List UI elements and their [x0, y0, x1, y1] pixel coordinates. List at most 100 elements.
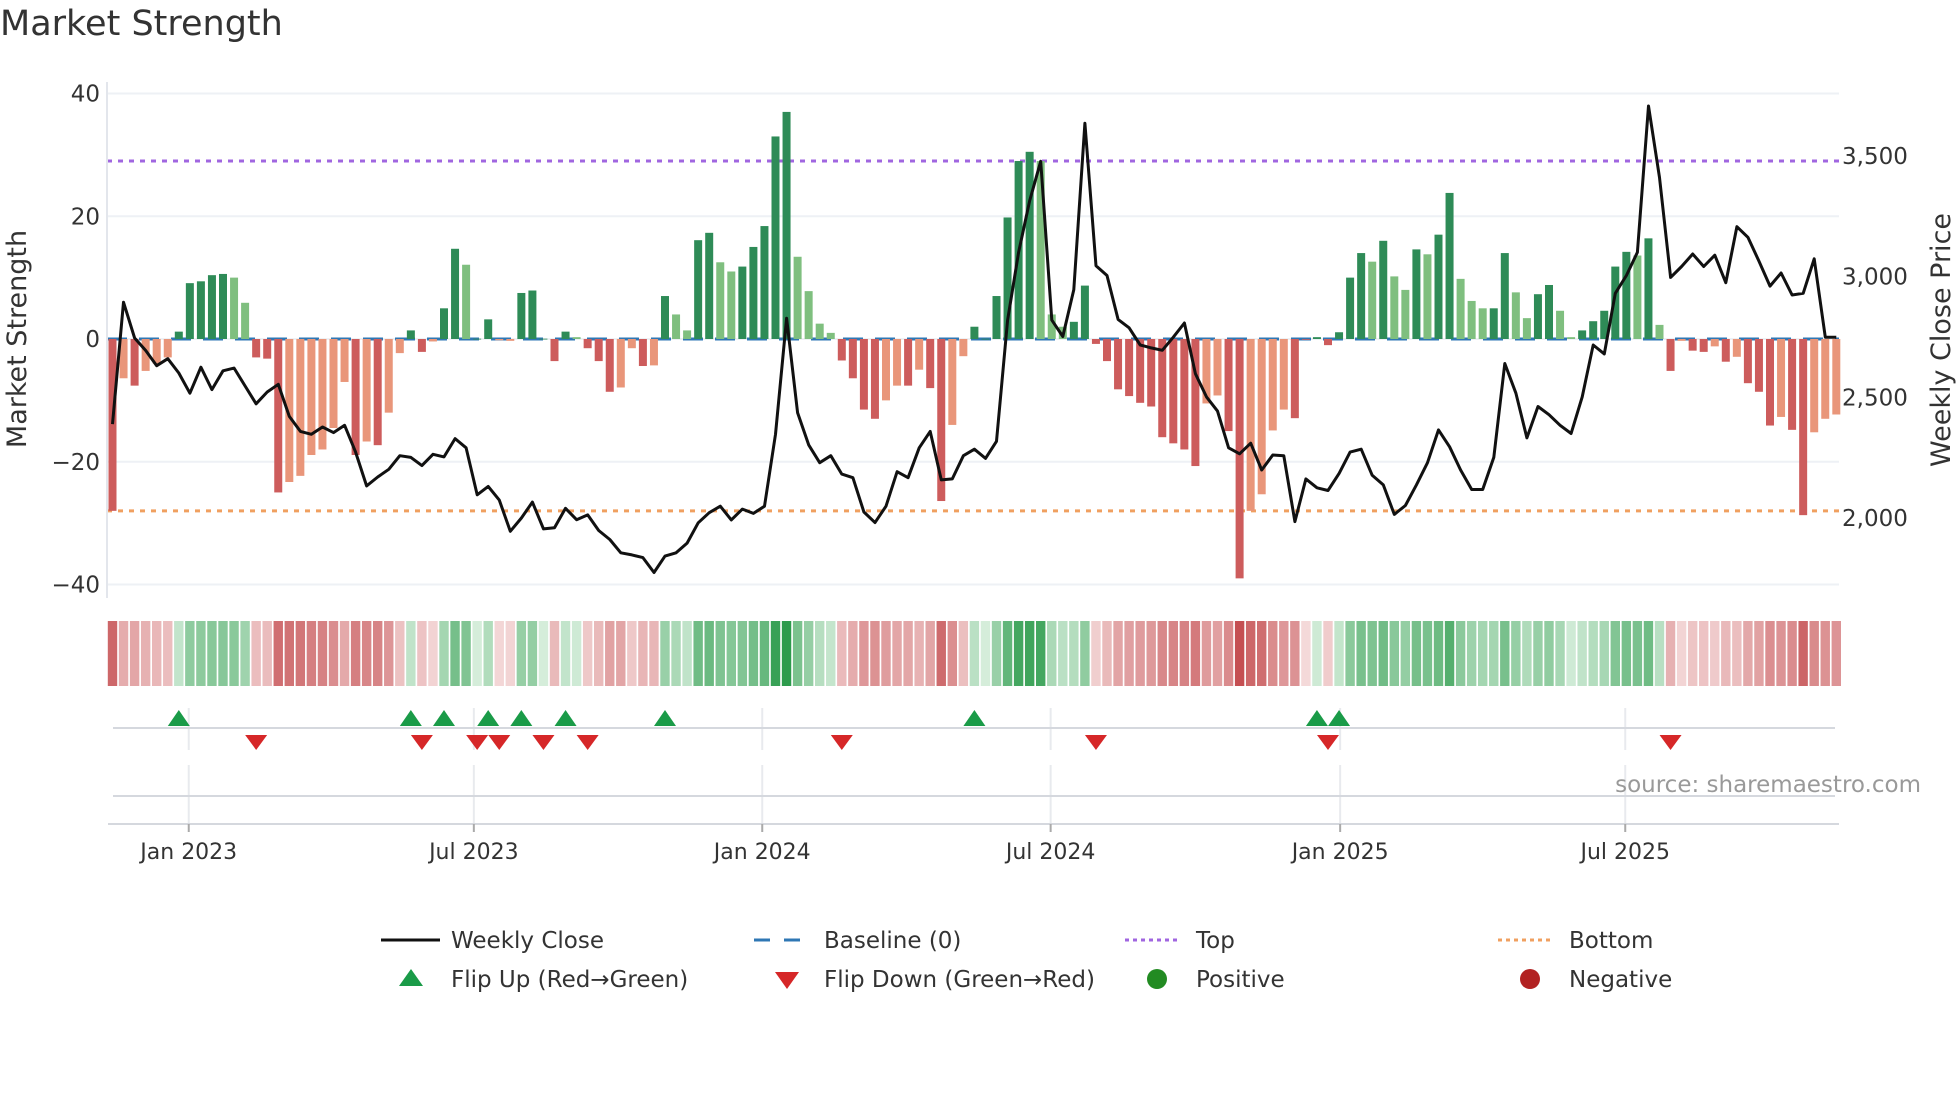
strength-strip-cell [240, 621, 250, 686]
strength-bar [1788, 339, 1797, 430]
flip-up-marker [399, 710, 422, 726]
strength-bar [1688, 339, 1697, 351]
strength-bar [1500, 253, 1509, 339]
flip-up-marker [554, 710, 577, 726]
strength-bar [539, 338, 548, 340]
legend-negative-icon [1520, 969, 1540, 989]
strength-strip-cell [1036, 621, 1046, 686]
strength-bar [826, 332, 835, 339]
strength-strip-cell [693, 621, 703, 686]
strength-strip-cell [406, 621, 416, 686]
strength-bar [517, 292, 526, 339]
flip-down-marker [466, 735, 489, 750]
strength-strip-cell [1356, 621, 1366, 686]
strength-bar [307, 339, 316, 455]
strength-bar [1213, 339, 1222, 396]
strength-bar [616, 339, 625, 388]
strength-bar [716, 262, 725, 339]
strength-strip-cell [174, 621, 184, 686]
strength-strip-cell [1268, 621, 1278, 686]
strength-bar [473, 338, 482, 340]
legend-label: Weekly Close [451, 928, 604, 954]
strength-bar [318, 339, 327, 450]
strength-bar [1622, 251, 1631, 339]
strength-strip-cell [1378, 621, 1388, 686]
strength-bar [970, 326, 979, 339]
strength-strip-cell [472, 621, 482, 686]
strength-bar [484, 319, 493, 339]
strength-strip-cell [881, 621, 891, 686]
strength-strip-cell [1544, 621, 1554, 686]
strength-bar [1677, 339, 1686, 341]
strength-bar [1478, 308, 1487, 339]
strength-strip-cell [925, 621, 935, 686]
strength-strip-cell [737, 621, 748, 686]
strength-bar [263, 339, 272, 359]
strength-strip-cell [1787, 621, 1797, 686]
strength-strip-cell [682, 621, 692, 686]
flip-down-marker [1659, 735, 1682, 750]
strength-strip-cell [1489, 621, 1499, 686]
strength-bar [727, 271, 736, 339]
strength-bar [462, 264, 471, 339]
strength-strip-cell [1566, 621, 1576, 686]
strength-strip-cell [516, 621, 527, 686]
strength-bar [1346, 277, 1355, 339]
strength-bar [1721, 339, 1730, 362]
strength-strip-cell [594, 621, 604, 686]
strength-bar [683, 330, 692, 339]
strength-bar [627, 339, 636, 349]
strength-strip-cell [1444, 621, 1455, 686]
strength-bar [395, 339, 404, 354]
x-tick-label: Jan 2024 [712, 840, 811, 865]
strength-bar [1401, 289, 1410, 339]
strength-strip-cell [1290, 621, 1300, 686]
y-tick-label: 40 [71, 82, 100, 108]
strength-strip-cell [781, 621, 792, 686]
strength-strip-cell [1013, 621, 1024, 686]
strength-bar [583, 339, 592, 349]
strength-strip-cell [373, 621, 383, 686]
strength-strip-cell [1323, 621, 1333, 686]
strength-strip-cell [1511, 621, 1521, 686]
market-strength-chart: 40 20 0 −20 −40 3,500 3,000 2,500 2,000 Jan 2023 J… [2, 82, 1957, 994]
strength-strip-cell [704, 621, 714, 686]
strength-strip-cell [605, 621, 615, 686]
strength-strip-cell [759, 621, 770, 686]
strength-bar [1324, 339, 1332, 346]
strength-strip-cell [649, 621, 659, 686]
strength-strip-cell [671, 621, 681, 686]
strength-strip-cell [107, 621, 118, 686]
strength-bar [1732, 339, 1741, 357]
strength-strip-cell [859, 621, 869, 686]
x-tick-label: Jul 2023 [427, 840, 519, 865]
strength-bar [1766, 339, 1774, 426]
strength-bar [1180, 339, 1189, 450]
strength-strip-cell [262, 621, 272, 686]
strength-strip-cell [251, 621, 261, 686]
strength-strip-cell [1455, 621, 1466, 686]
strength-strip-cell [284, 621, 294, 686]
strength-bar [1522, 318, 1531, 339]
strength-strip-cell [1389, 621, 1399, 686]
legend-label: Bottom [1569, 928, 1653, 954]
strength-strip-cell [1124, 621, 1134, 686]
strength-bar [815, 323, 824, 339]
strength-strip-cell [1522, 621, 1532, 686]
strength-strip-cell [1765, 621, 1775, 686]
strength-bar [495, 339, 504, 341]
strength-strip-cell [1721, 621, 1731, 686]
strength-bar [1246, 339, 1255, 511]
legend-label: Positive [1196, 967, 1285, 993]
strength-strip-cell [1687, 621, 1698, 686]
strength-strip-cell [991, 621, 1002, 686]
strength-bar [859, 339, 868, 410]
strength-bar [1025, 151, 1034, 339]
strength-bar [207, 275, 216, 339]
strength-strip-cell [815, 621, 825, 686]
strength-bar [848, 339, 857, 379]
y2-tick-label: 2,000 [1842, 506, 1908, 532]
legend-positive-icon [1147, 969, 1167, 989]
strength-strip-cell [1069, 621, 1079, 686]
strength-bar [804, 291, 813, 339]
